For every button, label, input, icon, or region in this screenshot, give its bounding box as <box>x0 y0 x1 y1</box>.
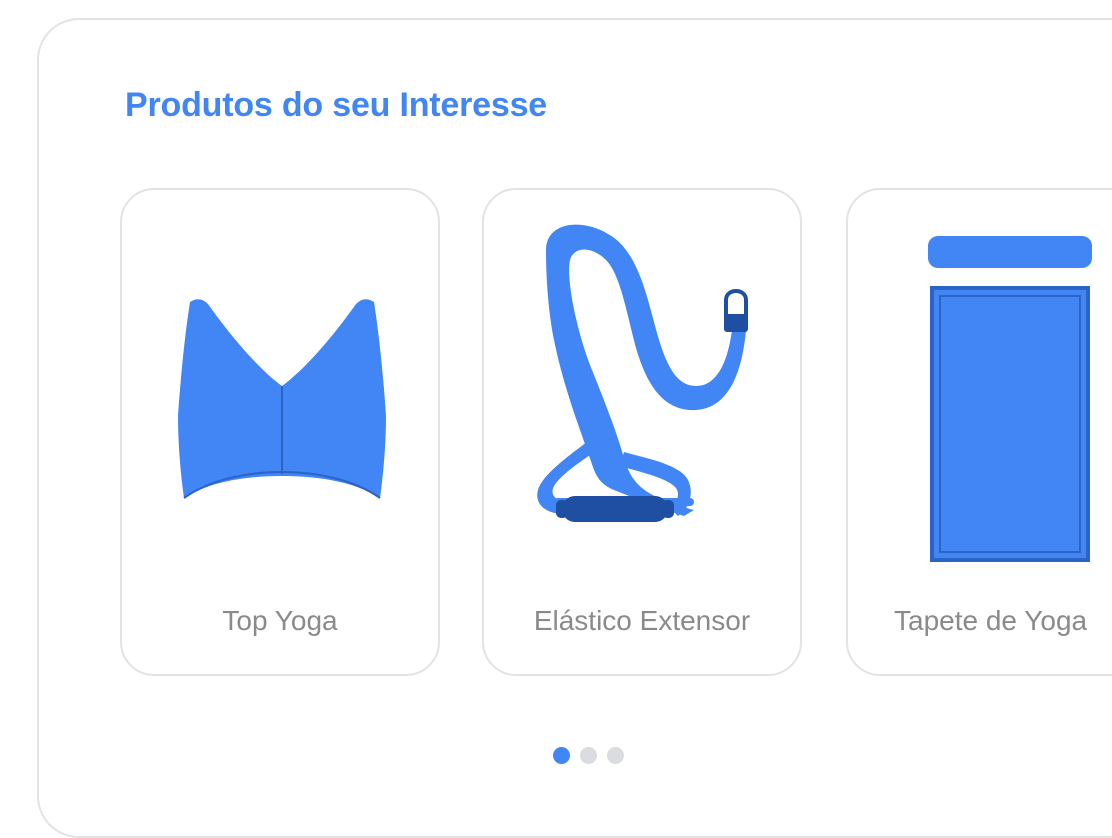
resistance-band-icon <box>537 224 748 522</box>
section-title: Produtos do seu Interesse <box>125 86 547 124</box>
sports-bra-icon <box>178 299 386 499</box>
product-label: Top Yoga <box>222 605 338 636</box>
product-card-elastico-extensor[interactable]: Elástico Extensor <box>482 188 802 676</box>
yoga-mat-icon <box>928 236 1092 562</box>
product-label: Elástico Extensor <box>533 605 751 636</box>
pagination-dot-3[interactable] <box>607 747 624 764</box>
pagination-dot-1[interactable] <box>553 747 570 764</box>
product-card-tapete-de-yoga[interactable]: Tapete de Yoga <box>846 188 1112 676</box>
carousel-pagination <box>553 747 624 765</box>
pagination-dot-2[interactable] <box>580 747 597 764</box>
product-label: Tapete de Yoga <box>894 605 1088 636</box>
product-card-top-yoga[interactable]: Top Yoga <box>120 188 440 676</box>
